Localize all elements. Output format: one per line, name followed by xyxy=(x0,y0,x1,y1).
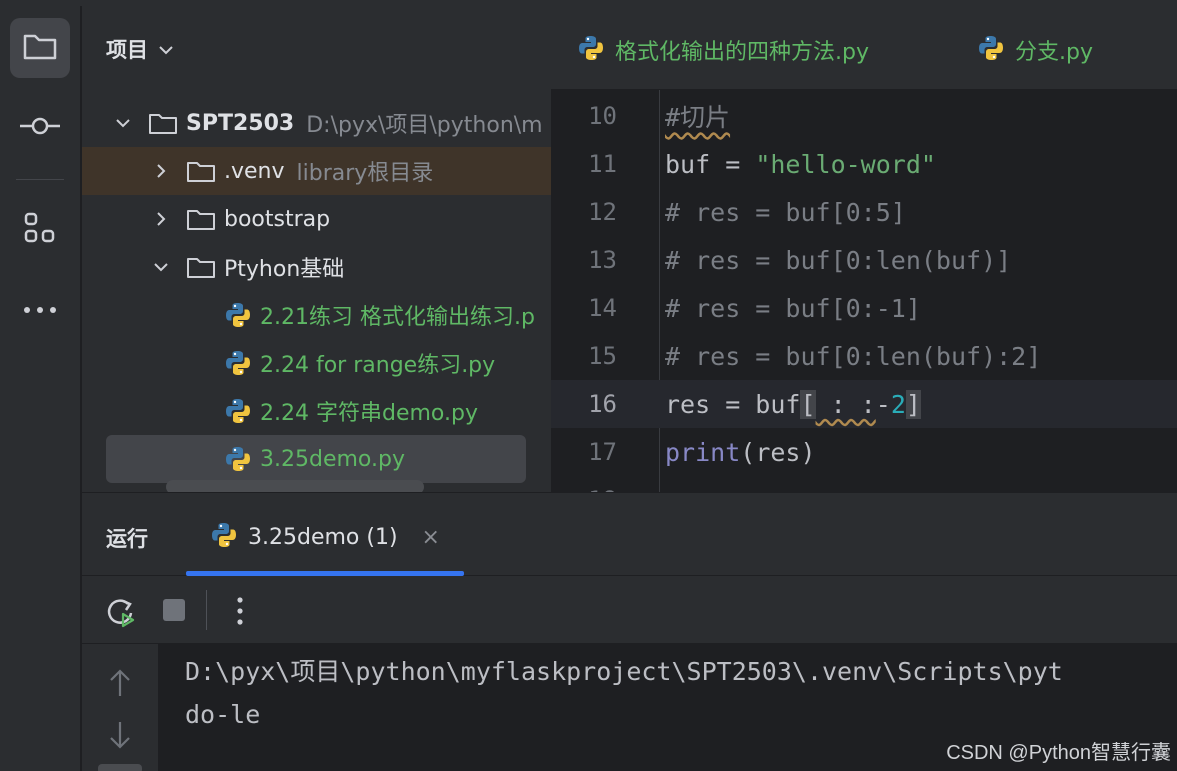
root-folder-name: SPT2503 xyxy=(186,110,295,136)
console-line: D:\pyx\项目\python\myflaskproject\SPT2503\… xyxy=(185,657,1063,686)
close-icon[interactable]: × xyxy=(422,525,440,550)
folder-icon xyxy=(186,255,216,279)
more-vertical-icon[interactable] xyxy=(236,596,244,630)
chevron-down-icon xyxy=(158,40,174,59)
rerun-icon[interactable] xyxy=(106,596,138,632)
activity-bar xyxy=(0,6,81,771)
chevron-right-icon[interactable] xyxy=(148,211,174,227)
more-tools-button[interactable] xyxy=(10,278,70,338)
arrow-up-icon[interactable] xyxy=(108,668,132,702)
python-file-icon xyxy=(224,397,252,425)
python-file-icon xyxy=(224,349,252,377)
run-panel-title: 运行 xyxy=(106,527,148,551)
project-panel: 项目 SPT2503 D:\pyx\项目\python\m .venv libr… xyxy=(82,6,551,492)
folder-icon xyxy=(186,207,216,231)
tree-row-file[interactable]: 2.24 for range练习.py xyxy=(82,339,551,387)
file-name: 2.21练习 格式化输出练习.p xyxy=(260,305,535,330)
chevron-down-icon[interactable] xyxy=(110,118,136,128)
project-horizontal-scrollbar[interactable] xyxy=(166,480,424,492)
activity-separator xyxy=(16,179,64,180)
code-text: # res = buf[0:-1] xyxy=(665,293,921,323)
ide-window: 项目 SPT2503 D:\pyx\项目\python\m .venv libr… xyxy=(0,0,1177,771)
tree-row-file[interactable]: 2.24 字符串demo.py xyxy=(82,387,551,435)
run-panel-header: 运行 3.25demo (1) × xyxy=(82,492,1177,576)
more-icon xyxy=(23,299,57,318)
python-file-icon xyxy=(977,34,1005,66)
structure-tool-button[interactable] xyxy=(10,200,70,260)
file-name: 2.24 for range练习.py xyxy=(260,353,496,378)
code-line[interactable]: 17 print(res) xyxy=(551,428,1177,476)
editor-tab-label: 分支.py xyxy=(1015,40,1093,65)
console-side-scrollbar[interactable] xyxy=(98,764,142,771)
arrow-down-icon[interactable] xyxy=(108,720,132,754)
python-file-icon xyxy=(224,301,252,329)
tree-row-python-basics[interactable]: Ptyhon基础 xyxy=(82,243,551,291)
editor-tab-label: 格式化输出的四种方法.py xyxy=(615,40,869,65)
file-name: 2.24 字符串demo.py xyxy=(260,401,478,426)
structure-icon xyxy=(23,211,57,249)
toolbar-separator xyxy=(206,590,207,630)
code-line-current[interactable]: 16 res = buf[ : :-2] xyxy=(551,380,1177,428)
chevron-down-icon[interactable] xyxy=(148,262,174,272)
code-text: buf = "hello-word" xyxy=(665,149,936,179)
code-text: # res = buf[0:len(buf):2] xyxy=(665,341,1042,371)
code-text: #切片 xyxy=(665,103,731,132)
python-file-icon xyxy=(210,521,238,553)
code-line[interactable]: 14 # res = buf[0:-1] xyxy=(551,284,1177,332)
tree-row-venv[interactable]: .venv library根目录 xyxy=(82,147,551,195)
folder-icon xyxy=(186,159,216,183)
editor-tab-branch[interactable]: 分支.py xyxy=(977,34,1093,66)
editor-tab-format[interactable]: 格式化输出的四种方法.py xyxy=(577,34,869,66)
code-line[interactable]: 10 #切片 xyxy=(551,92,1177,140)
console-line: do-le xyxy=(185,700,261,729)
tree-row-bootstrap[interactable]: bootstrap xyxy=(82,195,551,243)
folder-icon xyxy=(148,111,178,135)
code-text: # res = buf[0:len(buf)] xyxy=(665,245,1012,275)
code-text: res = buf[ : :-2] xyxy=(665,389,921,419)
file-name: 3.25demo.py xyxy=(260,446,405,472)
tree-row-file[interactable]: 2.21练习 格式化输出练习.p xyxy=(82,291,551,339)
editor-tab-bar: 格式化输出的四种方法.py 分支.py xyxy=(551,6,1177,90)
tree-row-root[interactable]: SPT2503 D:\pyx\项目\python\m xyxy=(82,99,551,147)
project-title: 项目 xyxy=(106,38,148,62)
code-text: # res = buf[0:5] xyxy=(665,197,906,227)
folder-name: Ptyhon基础 xyxy=(224,257,345,282)
commit-tool-button[interactable] xyxy=(10,98,70,158)
code-text: print(res) xyxy=(665,437,816,467)
watermark: CSDN @Python智慧行囊 xyxy=(946,742,1171,764)
line-number: 17 xyxy=(588,438,617,466)
project-header[interactable]: 项目 xyxy=(106,34,174,64)
commit-icon xyxy=(18,116,62,140)
code-line[interactable]: 11 buf = "hello-word" xyxy=(551,140,1177,188)
code-line[interactable]: 15 # res = buf[0:len(buf):2] xyxy=(551,332,1177,380)
line-number: 12 xyxy=(588,198,617,226)
code-line[interactable]: 18 xyxy=(551,476,1177,492)
line-number: 10 xyxy=(588,102,617,130)
run-console-output[interactable]: D:\pyx\项目\python\myflaskproject\SPT2503\… xyxy=(158,644,1177,771)
run-toolbar xyxy=(82,576,1177,644)
line-number: 15 xyxy=(588,342,617,370)
code-line[interactable]: 13 # res = buf[0:len(buf)] xyxy=(551,236,1177,284)
chevron-right-icon[interactable] xyxy=(148,163,174,179)
tree-row-file-selected[interactable]: 3.25demo.py xyxy=(82,435,551,483)
root-folder-path: D:\pyx\项目\python\m xyxy=(306,113,543,138)
stop-icon[interactable] xyxy=(162,598,186,626)
project-tool-button[interactable] xyxy=(10,18,70,78)
folder-name: .venv xyxy=(224,158,285,184)
code-editor[interactable]: 10 #切片 11 buf = "hello-word" 12 # res = … xyxy=(551,90,1177,492)
run-tab[interactable]: 3.25demo (1) × xyxy=(210,521,440,553)
line-number: 11 xyxy=(588,150,617,178)
python-file-icon xyxy=(577,34,605,66)
line-number: 14 xyxy=(588,294,617,322)
console-side-toolbar xyxy=(82,644,158,771)
folder-name: bootstrap xyxy=(224,206,331,232)
code-line[interactable]: 12 # res = buf[0:5] xyxy=(551,188,1177,236)
python-file-icon xyxy=(224,445,252,473)
folder-hint: library根目录 xyxy=(296,161,434,186)
line-number: 16 xyxy=(588,390,617,418)
run-tab-label: 3.25demo (1) xyxy=(248,524,398,550)
folder-icon xyxy=(22,31,58,65)
line-number: 13 xyxy=(588,246,617,274)
